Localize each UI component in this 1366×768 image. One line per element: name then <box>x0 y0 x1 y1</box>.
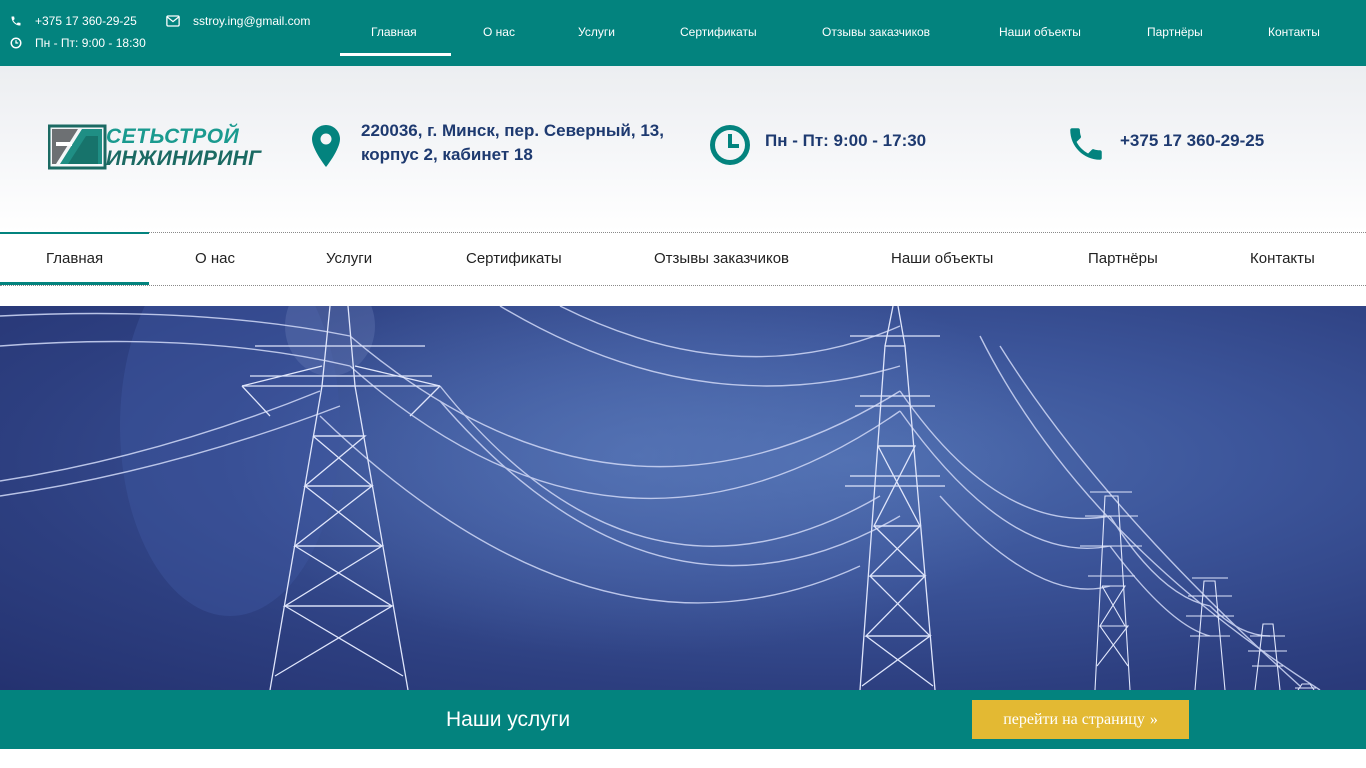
hero-banner <box>0 306 1366 690</box>
phone-icon <box>11 16 21 26</box>
topbar-email-text: sstroy.ing@gmail.com <box>193 14 311 28</box>
clock-icon <box>10 37 22 49</box>
services-strip: Наши услуги перейти на страницу » <box>0 690 1366 749</box>
top-bar: +375 17 360-29-25 sstroy.ing@gmail.com П… <box>0 0 1366 66</box>
topbar-email[interactable]: sstroy.ing@gmail.com <box>166 13 310 29</box>
nav-item-home[interactable]: Главная <box>46 250 103 267</box>
topbar-hours-text: Пн - Пт: 9:00 - 18:30 <box>35 36 146 50</box>
topbar-nav-reviews[interactable]: Отзывы заказчиков <box>822 25 930 39</box>
topbar-phone-text: +375 17 360-29-25 <box>35 14 137 28</box>
go-to-page-button-label: перейти на страницу <box>1003 710 1145 728</box>
site-logo[interactable]: СЕТЬСТРОЙ ИНЖИНИРИНГ <box>48 124 261 172</box>
map-marker-icon <box>312 125 340 167</box>
topbar-hours: Пн - Пт: 9:00 - 18:30 <box>10 35 146 51</box>
services-title: Наши услуги <box>446 708 571 731</box>
topbar-nav-certificates[interactable]: Сертификаты <box>680 25 757 39</box>
logo-text-line1: СЕТЬСТРОЙ <box>106 125 240 148</box>
nav-item-partners[interactable]: Партнёры <box>1088 250 1158 267</box>
envelope-icon <box>166 15 180 27</box>
topbar-nav-services[interactable]: Услуги <box>578 25 615 39</box>
site-header: СЕТЬСТРОЙ ИНЖИНИРИНГ 220036, г. Минск, п… <box>0 66 1366 232</box>
nav-item-objects[interactable]: Наши объекты <box>891 250 993 267</box>
logo-mark-icon <box>48 124 107 170</box>
topbar-phone[interactable]: +375 17 360-29-25 <box>10 13 137 29</box>
address-line2: корпус 2, кабинет 18 <box>361 145 533 164</box>
nav-item-about[interactable]: О нас <box>195 250 235 267</box>
main-nav: Главная О нас Услуги Сертификаты Отзывы … <box>0 232 1366 286</box>
header-phone[interactable]: +375 17 360-29-25 <box>1120 129 1264 153</box>
topbar-nav-home[interactable]: Главная <box>371 25 417 39</box>
hero-power-lines-image <box>0 306 1321 690</box>
double-chevron-right-icon: » <box>1149 710 1158 728</box>
topbar-nav-partners[interactable]: Партнёры <box>1147 25 1203 39</box>
nav-item-reviews[interactable]: Отзывы заказчиков <box>654 250 789 267</box>
go-to-page-button[interactable]: перейти на страницу » <box>972 700 1189 739</box>
logo-text-line2: ИНЖИНИРИНГ <box>106 147 262 170</box>
topbar-nav-about[interactable]: О нас <box>483 25 515 39</box>
header-hours: Пн - Пт: 9:00 - 17:30 <box>765 131 927 150</box>
topbar-nav-objects[interactable]: Наши объекты <box>999 25 1081 39</box>
clock-icon <box>710 125 750 165</box>
nav-item-contacts[interactable]: Контакты <box>1250 250 1315 267</box>
topbar-nav-contacts[interactable]: Контакты <box>1268 25 1320 39</box>
address-line1: 220036, г. Минск, пер. Северный, 13, <box>361 121 664 140</box>
nav-item-certificates[interactable]: Сертификаты <box>466 250 562 267</box>
nav-active-indicator-bottom <box>0 282 149 285</box>
phone-icon <box>1070 128 1102 160</box>
topbar-active-indicator <box>340 53 451 56</box>
header-address: 220036, г. Минск, пер. Северный, 13, кор… <box>361 119 681 167</box>
nav-active-indicator-top <box>0 232 149 234</box>
nav-item-services[interactable]: Услуги <box>326 250 372 267</box>
